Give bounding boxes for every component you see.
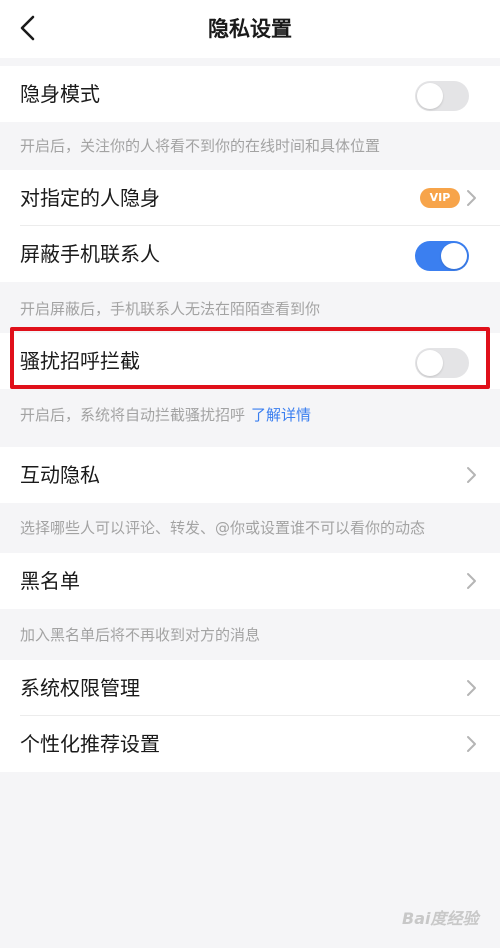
chevron-right-icon — [467, 573, 476, 589]
block-contacts-hint: 开启屏蔽后，手机联系人无法在陌陌查看到你 — [20, 300, 321, 318]
system-permissions-row[interactable]: 系统权限管理 — [0, 660, 500, 716]
personalized-recommendation-row[interactable]: 个性化推荐设置 — [0, 716, 500, 772]
hide-from-specific-label: 对指定的人隐身 — [20, 186, 160, 210]
vip-badge: VIP — [420, 188, 460, 208]
personalized-recommendation-label: 个性化推荐设置 — [20, 732, 160, 756]
hide-from-specific-row[interactable]: 对指定的人隐身 VIP — [0, 170, 500, 226]
toggle-knob — [441, 243, 467, 269]
chevron-right-icon — [467, 680, 476, 696]
stealth-mode-label: 隐身模式 — [20, 82, 100, 106]
interaction-privacy-label: 互动隐私 — [20, 463, 100, 487]
block-contacts-label: 屏蔽手机联系人 — [20, 242, 160, 266]
nav-bar: 隐私设置 — [0, 0, 500, 58]
learn-more-link[interactable]: 了解详情 — [251, 406, 311, 424]
blacklist-row[interactable]: 黑名单 — [0, 553, 500, 609]
stealth-mode-hint: 开启后，关注你的人将看不到你的在线时间和具体位置 — [20, 137, 381, 155]
harass-block-hint: 开启后，系统将自动拦截骚扰招呼 了解详情 — [20, 405, 311, 425]
chevron-right-icon — [467, 467, 476, 483]
baidu-watermark: Bai度经验 — [402, 909, 479, 928]
toggle-knob — [417, 83, 443, 109]
chevron-right-icon — [467, 736, 476, 752]
blacklist-hint: 加入黑名单后将不再收到对方的消息 — [20, 626, 261, 644]
harass-block-hint-text: 开启后，系统将自动拦截骚扰招呼 — [20, 406, 246, 424]
system-permissions-label: 系统权限管理 — [20, 676, 140, 700]
interaction-privacy-row[interactable]: 互动隐私 — [0, 447, 500, 503]
page-title: 隐私设置 — [208, 17, 292, 41]
block-contacts-row[interactable]: 屏蔽手机联系人 — [0, 226, 500, 282]
block-contacts-toggle[interactable] — [415, 241, 469, 271]
chevron-right-icon — [467, 190, 476, 206]
stealth-mode-row[interactable]: 隐身模式 — [0, 66, 500, 122]
stealth-mode-toggle[interactable] — [415, 81, 469, 111]
blacklist-label: 黑名单 — [20, 569, 80, 593]
highlight-annotation-box — [10, 327, 490, 389]
interaction-privacy-hint: 选择哪些人可以评论、转发、@你或设置谁不可以看你的动态 — [20, 519, 426, 537]
